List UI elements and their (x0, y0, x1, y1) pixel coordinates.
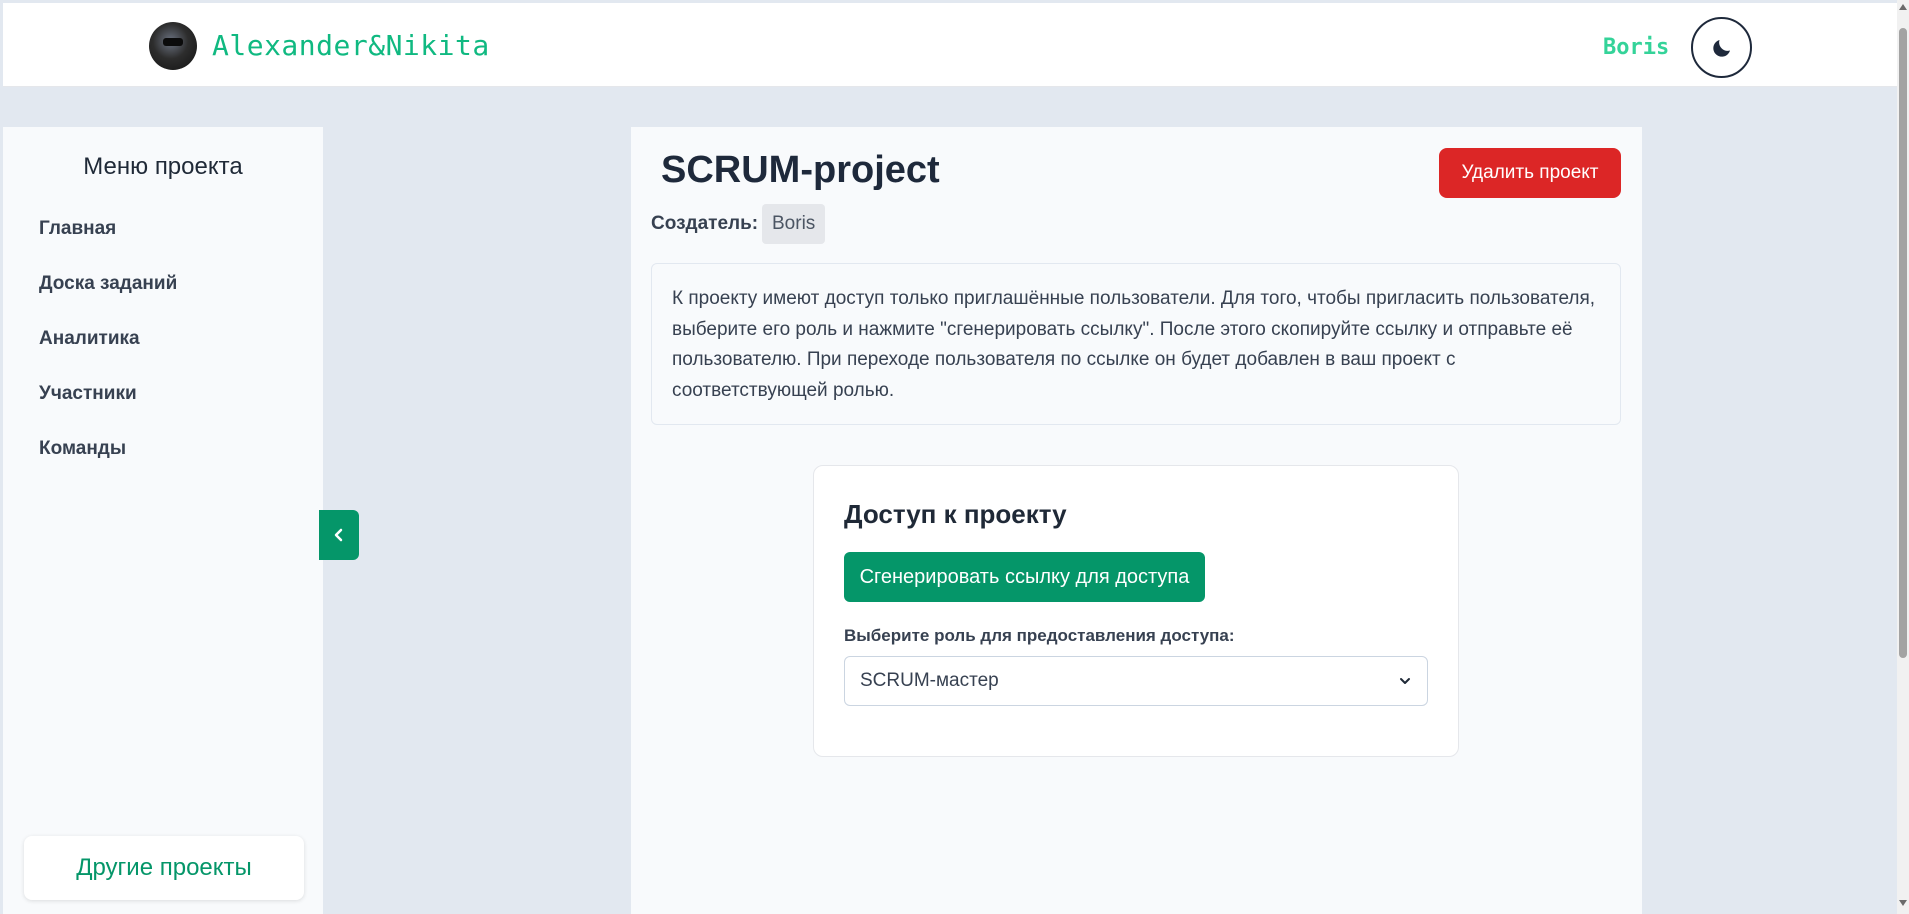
other-projects-button[interactable]: Другие проекты (24, 836, 304, 900)
creator-label: Создатель: (651, 213, 759, 234)
access-info-text: К проекту имеют доступ только приглашённ… (651, 263, 1621, 425)
page-scrollbar[interactable] (1897, 0, 1909, 914)
sidebar-item-task-board[interactable]: Доска заданий (39, 273, 177, 295)
top-navbar: Alexander&Nikita Boris (3, 3, 1898, 87)
scroll-down-arrow-icon[interactable] (1899, 900, 1907, 906)
sidebar-item-teams[interactable]: Команды (39, 438, 126, 460)
chevron-left-icon (334, 528, 343, 542)
moon-icon (1712, 39, 1730, 57)
scrollbar-thumb[interactable] (1899, 28, 1907, 658)
sidebar-item-home[interactable]: Главная (39, 218, 116, 240)
sidebar-item-analytics[interactable]: Аналитика (39, 328, 140, 350)
project-main: SCRUM-project Удалить проект Создатель: … (631, 127, 1642, 914)
access-card-title: Доступ к проекту (844, 499, 1067, 529)
role-select-label: Выберите роль для предоставления доступа… (844, 626, 1235, 645)
role-select-value: SCRUM-мастер (860, 670, 999, 691)
sidebar-title: Меню проекта (83, 153, 243, 180)
brand-title[interactable]: Alexander&Nikita (212, 29, 490, 62)
username[interactable]: Boris (1603, 35, 1669, 60)
scroll-up-arrow-icon[interactable] (1899, 4, 1907, 10)
project-sidebar: Меню проекта Главная Доска заданий Анали… (3, 127, 323, 914)
creator-badge: Boris (762, 204, 826, 244)
avatar-logo[interactable] (149, 22, 197, 70)
theme-toggle-button[interactable] (1691, 17, 1752, 78)
chevron-down-icon (1400, 678, 1410, 684)
sidebar-collapse-button[interactable] (319, 510, 359, 560)
generate-link-button[interactable]: Сгенерировать ссылку для доступа (844, 552, 1205, 602)
access-card: Доступ к проекту Сгенерировать ссылку дл… (813, 465, 1459, 757)
page-title: SCRUM-project (661, 149, 940, 191)
delete-project-button[interactable]: Удалить проект (1439, 148, 1621, 198)
sidebar-item-members[interactable]: Участники (39, 383, 137, 405)
role-select[interactable]: SCRUM-мастер (844, 656, 1428, 706)
